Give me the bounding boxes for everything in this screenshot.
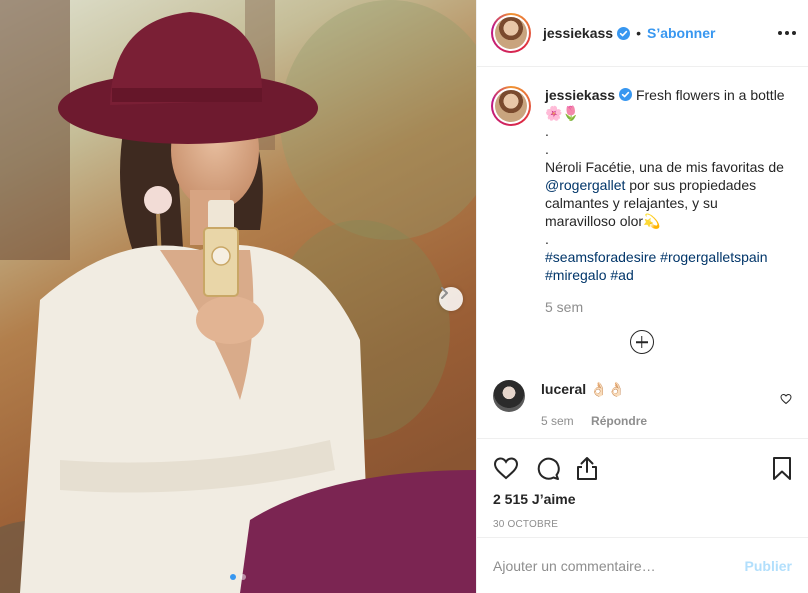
reply-button[interactable]: Répondre [591,414,647,428]
carousel-dot [240,574,246,580]
next-photo-button[interactable] [439,287,463,311]
header-separator: • [636,25,641,41]
post-caption: jessiekass Fresh flowers in a bottle 🌸🌷 … [491,86,792,316]
post-header: jessiekass • S’abonner [477,0,808,67]
author-avatar-image [495,17,527,49]
like-comment-heart-icon[interactable] [780,392,792,410]
publish-button[interactable]: Publier [745,558,792,574]
post-date[interactable]: 30 OCTOBRE [493,519,792,530]
author-avatar[interactable] [491,13,531,53]
carousel-dots [0,574,476,580]
caption-first-line: Fresh flowers in a bottle [635,87,785,103]
comment-item: luceral 👌🏻👌🏻 5 sem Répondre [491,380,792,430]
verified-badge-icon [617,26,631,40]
more-horizontal-icon[interactable] [778,31,796,35]
chevron-right-icon [441,287,448,299]
caption-text-part1: Néroli Facétie, una de mis favoritas de [545,159,784,175]
comment-input[interactable] [493,557,745,574]
caption-text: jessiekass Fresh flowers in a bottle 🌸🌷 … [545,86,792,316]
post-actions: 2 515 J’aime 30 OCTOBRE [477,438,808,530]
post-photo[interactable] [0,0,476,593]
post-side-panel: jessiekass • S’abonner jessiekass Fresh … [476,0,808,593]
like-heart-icon[interactable] [493,456,519,480]
plus-circle-icon [629,330,654,354]
caption-username[interactable]: jessiekass [545,87,615,103]
caption-time[interactable]: 5 sem [545,298,792,316]
verified-badge-icon [619,88,633,101]
photo-illustration [0,0,476,593]
mention-link[interactable]: @rogergallet [545,177,625,193]
caption-dot: . [545,141,549,157]
sparkle-emoji: 💫 [643,213,661,229]
carousel-dot-active [230,574,236,580]
caption-author-avatar[interactable] [491,86,531,126]
hashtags-line2[interactable]: #miregalo #ad [545,266,792,284]
share-upload-icon[interactable] [576,456,598,481]
follow-button[interactable]: S’abonner [647,25,715,41]
bookmark-icon[interactable] [772,456,792,481]
load-more-comments-button[interactable] [491,330,792,354]
comment-text: 👌🏻👌🏻 [590,381,625,397]
likes-count[interactable]: 2 515 J’aime [493,491,792,507]
add-comment-bar: Publier [477,537,808,593]
caption-dot: . [545,123,549,139]
caption-dot: . [545,231,549,247]
author-username[interactable]: jessiekass [543,25,613,41]
comment-time[interactable]: 5 sem [541,414,574,428]
caption-emojis: 🌸🌷 [545,105,580,121]
commenter-avatar[interactable] [493,380,525,412]
comments-list[interactable]: jessiekass Fresh flowers in a bottle 🌸🌷 … [477,68,808,438]
commenter-username[interactable]: luceral [541,381,586,397]
comment-bubble-icon[interactable] [535,456,560,481]
hashtags-line1[interactable]: #seamsforadesire #rogergalletspain [545,248,792,266]
caption-author-avatar-image [495,90,527,122]
